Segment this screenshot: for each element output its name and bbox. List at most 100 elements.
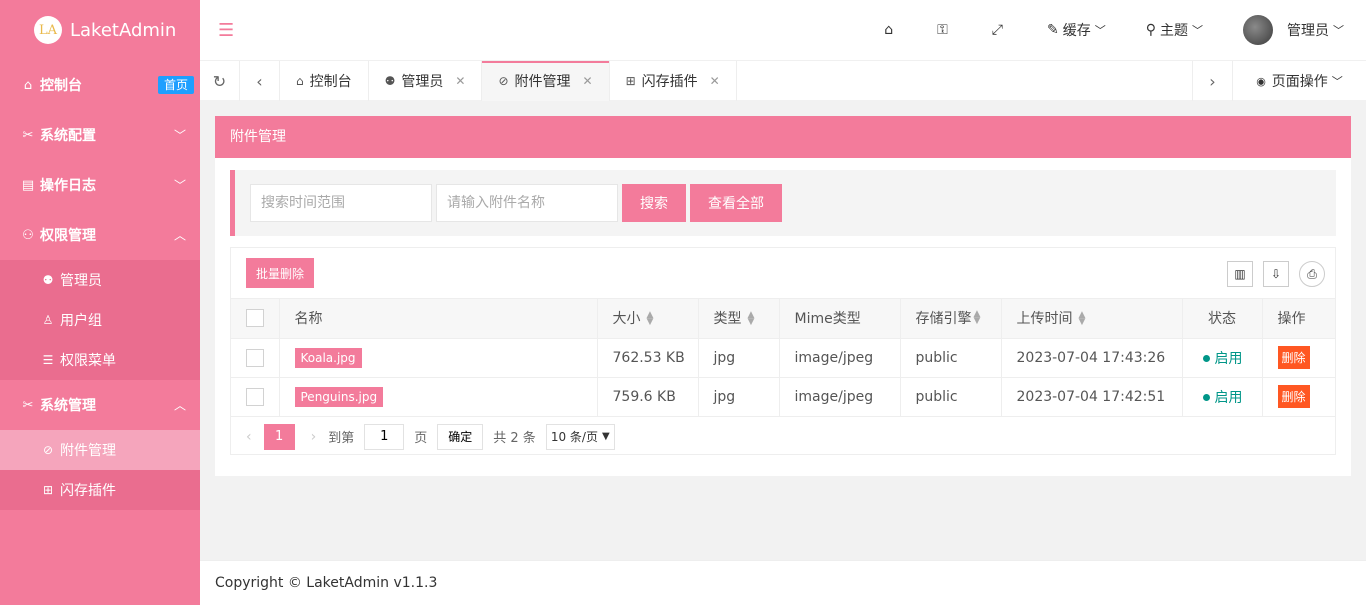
export-icon[interactable]: ⇩ (1263, 261, 1289, 287)
sort-icon[interactable]: ▲ ▼ (974, 310, 981, 326)
page-unit-label: 页 (414, 431, 428, 446)
col-storage-label: 存储引擎 (915, 311, 972, 328)
sidebar-item-system-config[interactable]: ✂ 系统配置 ﹀ (0, 110, 200, 160)
delete-button[interactable]: 删除 (1277, 385, 1310, 408)
attachment-name-input[interactable] (436, 184, 618, 222)
expand-icon: ⤢ (991, 22, 1003, 38)
page-operations-menu[interactable]: ◉ 页面操作 ﹀ (1232, 61, 1366, 101)
select-all-checkbox[interactable] (246, 309, 264, 328)
sidebar-item-admins[interactable]: ⚉ 管理员 (0, 260, 200, 300)
refresh-button[interactable]: ↻ (200, 61, 240, 101)
sidebar-item-label: 权限管理 (40, 228, 96, 244)
tools-icon: ✂ (22, 397, 34, 413)
close-icon[interactable]: ✕ (583, 74, 593, 88)
tab-prev-button[interactable]: ‹ (240, 61, 280, 101)
attachment-card: 附件管理 搜索 查看全部 批量删除 ▥ ⇩ ⎙ 名称 大小 ▲▼ (215, 116, 1351, 476)
sidebar-item-label: 附件管理 (60, 443, 116, 459)
tab-next-button[interactable]: › (1192, 61, 1232, 101)
status-badge: 启用 (1202, 351, 1243, 367)
chevron-left-icon: ‹ (256, 71, 263, 91)
home-button[interactable]: ⌂ (864, 0, 917, 60)
prev-page-icon[interactable]: ‹ (246, 429, 252, 445)
close-icon[interactable]: ✕ (455, 74, 465, 88)
theme-label: 主题 (1160, 23, 1188, 39)
col-type-label: 类型 (713, 311, 742, 328)
status-dot (1202, 394, 1210, 401)
action-cell: 删除 (1262, 377, 1335, 417)
goto-page-input[interactable] (364, 423, 405, 450)
sidebar-item-label: 系统管理 (40, 398, 96, 414)
columns-icon[interactable]: ▥ (1227, 261, 1253, 287)
delete-button[interactable]: 删除 (1277, 346, 1310, 369)
sidebar-item-attachments[interactable]: ⊘ 附件管理 (0, 430, 200, 470)
file-name-link[interactable]: Koala.jpg (294, 347, 362, 368)
sort-icon[interactable]: ▲ ▼ (748, 311, 755, 327)
user-menu[interactable]: 管理员 ﹀ (1223, 0, 1366, 60)
tab-admins[interactable]: ⚉ 管理员 ✕ (369, 61, 483, 101)
row-checkbox[interactable] (246, 387, 264, 406)
page-size-select[interactable]: 10 条/页 ▼ (545, 423, 615, 450)
tab-label: 附件管理 (514, 74, 571, 90)
table-row: Penguins.jpg 759.6 KB jpg image/jpeg pub… (231, 377, 1335, 417)
close-icon[interactable]: ✕ (710, 74, 720, 88)
file-name-link[interactable]: Penguins.jpg (294, 386, 384, 407)
sidebar-item-permission[interactable]: ⚇ 权限管理 ︿ (0, 210, 200, 260)
col-upload-time-label: 上传时间 (1016, 311, 1073, 328)
col-upload-time[interactable]: 上传时间 ▲ ▼ (1001, 299, 1183, 339)
fullscreen-button[interactable]: ⤢ (972, 0, 1027, 60)
col-storage[interactable]: 存储引擎 ▲ ▼ (900, 299, 1002, 339)
col-size[interactable]: 大小 ▲ ▼ (597, 299, 699, 339)
paperclip-icon: ⊘ (42, 443, 54, 457)
file-name-cell: Penguins.jpg (279, 377, 598, 417)
tab-dashboard[interactable]: ⌂ 控制台 (280, 61, 369, 101)
file-storage: public (900, 377, 1002, 417)
pagination: ‹ 1 › 到第 页 确定 共 2 条 10 条/页▼ (231, 417, 1335, 457)
theme-menu[interactable]: ⚲ 主题 ﹀ (1126, 0, 1223, 60)
file-name-cell: Koala.jpg (279, 338, 598, 378)
sidebar-item-system-manage[interactable]: ✂ 系统管理 ︿ (0, 380, 200, 430)
time-range-input[interactable] (250, 184, 432, 222)
row-checkbox[interactable] (246, 348, 264, 367)
tab-flash-plugin[interactable]: ⊞ 闪存插件 ✕ (610, 61, 737, 101)
menu-toggle-icon[interactable]: ☰ (218, 20, 234, 41)
table-header-row: 名称 大小 ▲ ▼ 类型 ▲ ▼ Mime类型 存储引擎 ▲ ▼ 上传时间 ▲ ▼ 状态 操作 (231, 299, 1335, 339)
next-page-icon[interactable]: › (311, 429, 317, 445)
action-cell: 删除 (1262, 338, 1335, 378)
sort-icon[interactable]: ▲ ▼ (1079, 311, 1086, 327)
search-button[interactable]: 搜索 (622, 184, 686, 222)
status-cell: 启用 (1182, 338, 1263, 378)
group-icon: ♙ (42, 313, 54, 327)
lock-button[interactable]: ⚿ (917, 0, 972, 60)
table-toolbar: 批量删除 ▥ ⇩ ⎙ (231, 248, 1335, 299)
table-row: Koala.jpg 762.53 KB jpg image/jpeg publi… (231, 338, 1335, 378)
goto-confirm-button[interactable]: 确定 (437, 423, 484, 450)
col-name: 名称 (279, 299, 598, 339)
apps-icon: ⊞ (42, 483, 54, 497)
chevron-down-icon: ▼ (601, 431, 610, 442)
sidebar-item-user-groups[interactable]: ♙ 用户组 (0, 300, 200, 340)
log-icon: ▤ (21, 177, 35, 193)
current-page[interactable]: 1 (263, 423, 295, 450)
cache-menu[interactable]: ✎ 缓存 ﹀ (1027, 0, 1126, 60)
batch-delete-button[interactable]: 批量删除 (246, 258, 315, 288)
sidebar-item-dashboard[interactable]: ⌂ 控制台 首页 (0, 60, 200, 110)
tab-attachments[interactable]: ⊘ 附件管理 ✕ (482, 61, 610, 101)
home-icon: ⌂ (23, 77, 33, 93)
total-count: 共 2 条 (493, 431, 536, 446)
top-header: ☰ ⌂ ⚿ ⤢ ✎ 缓存 ﹀ ⚲ 主题 ﹀ 管理员 ﹀ (200, 0, 1366, 60)
sidebar-item-operation-log[interactable]: ▤ 操作日志 ﹀ (0, 160, 200, 210)
view-all-button[interactable]: 查看全部 (690, 184, 782, 222)
col-mime: Mime类型 (779, 299, 901, 339)
logo[interactable]: LA LaketAdmin (0, 0, 200, 60)
tab-bar-right: › ◉ 页面操作 ﹀ (1192, 61, 1366, 101)
page-ops-label: 页面操作 (1271, 74, 1328, 90)
sidebar-item-permission-menu[interactable]: ☰ 权限菜单 (0, 340, 200, 380)
sidebar-item-flash-plugin[interactable]: ⊞ 闪存插件 (0, 470, 200, 510)
print-icon[interactable]: ⎙ (1299, 261, 1325, 287)
logo-badge: LA (34, 16, 62, 44)
sort-icon[interactable]: ▲ ▼ (647, 311, 654, 327)
col-type[interactable]: 类型 ▲ ▼ (698, 299, 780, 339)
admin-icon: ⚉ (42, 273, 54, 287)
file-size: 762.53 KB (597, 338, 699, 378)
file-size: 759.6 KB (597, 377, 699, 417)
